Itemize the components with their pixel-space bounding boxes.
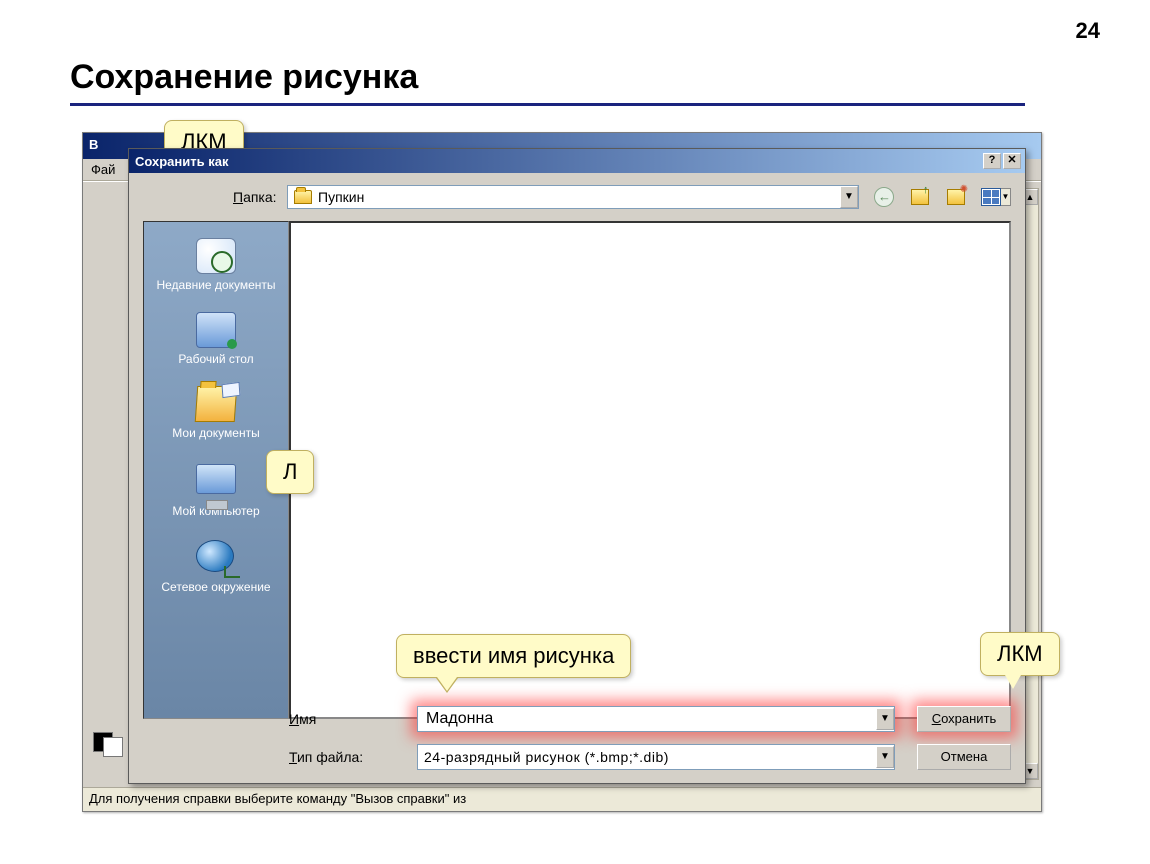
place-mydocs-label: Мои документы xyxy=(172,426,259,440)
saveas-toolbar: ▼ xyxy=(873,186,1011,208)
filename-row: Имя ▼ Сохранить xyxy=(289,703,1011,735)
filetype-dropdown-icon[interactable]: ▼ xyxy=(876,746,894,768)
callout-lkm: ЛКМ xyxy=(980,632,1060,676)
color-background-icon[interactable] xyxy=(103,737,123,757)
help-button[interactable]: ? xyxy=(983,153,1001,169)
callout-left: Л xyxy=(266,450,314,494)
title-underline xyxy=(70,103,1025,106)
filename-label: Имя xyxy=(289,711,417,727)
paint-menu-file[interactable]: Фай xyxy=(91,162,115,177)
up-folder-icon xyxy=(911,189,929,205)
back-arrow-icon xyxy=(874,187,894,207)
view-menu-button[interactable]: ▼ xyxy=(981,186,1011,208)
place-desktop-label: Рабочий стол xyxy=(178,352,253,366)
folder-label-u: П xyxy=(233,189,243,205)
filetype-combo[interactable]: 24-разрядный рисунок (*.bmp;*.dib) ▼ xyxy=(417,744,895,770)
recent-docs-icon xyxy=(196,238,236,274)
folder-label: Папка: xyxy=(143,189,273,205)
paint-title: В xyxy=(89,137,98,152)
saveas-titlebar[interactable]: Сохранить как ? ✕ xyxy=(129,149,1025,173)
place-desktop[interactable]: Рабочий стол xyxy=(144,306,288,380)
folder-select[interactable]: Пупкин ▼ xyxy=(287,185,859,209)
paint-color-indicator xyxy=(89,728,129,756)
type-label-rest: ип файла: xyxy=(297,749,363,765)
page-number: 24 xyxy=(1076,18,1100,44)
chevron-down-icon[interactable]: ▼ xyxy=(840,186,858,208)
paint-statusbar: Для получения справки выберите команду "… xyxy=(83,787,1041,811)
filetype-value: 24-разрядный рисунок (*.bmp;*.dib) xyxy=(418,749,876,765)
filename-dropdown-icon[interactable]: ▼ xyxy=(876,708,894,730)
place-network[interactable]: Сетевое окружение xyxy=(144,532,288,608)
view-grid-icon xyxy=(981,188,1001,206)
save-as-dialog: Сохранить как ? ✕ Папка: Пупкин ▼ ▼ xyxy=(128,148,1026,784)
up-folder-button[interactable] xyxy=(909,186,931,208)
filename-input-wrap[interactable] xyxy=(418,709,876,729)
save-btn-rest: охранить xyxy=(941,711,996,726)
place-recent-label: Недавние документы xyxy=(156,278,275,292)
callout-filename: ввести имя рисунка xyxy=(396,634,631,678)
place-mydocs[interactable]: Мои документы xyxy=(144,380,288,454)
filename-combo[interactable]: ▼ xyxy=(417,706,895,732)
name-label-u: И xyxy=(289,711,299,727)
network-icon xyxy=(196,540,236,576)
place-network-label: Сетевое окружение xyxy=(161,580,270,594)
computer-icon xyxy=(196,464,236,500)
close-button[interactable]: ✕ xyxy=(1003,153,1021,169)
filename-input[interactable] xyxy=(424,709,870,729)
save-btn-u: С xyxy=(932,711,941,726)
type-label-u: Т xyxy=(289,749,297,765)
filetype-row: Тип файла: 24-разрядный рисунок (*.bmp;*… xyxy=(289,741,1011,773)
new-folder-icon xyxy=(947,189,965,205)
folder-value: Пупкин xyxy=(318,189,840,205)
saveas-fields: Имя ▼ Сохранить Тип файла: 24-разрядный xyxy=(289,697,1011,773)
back-button[interactable] xyxy=(873,186,895,208)
name-label-rest: мя xyxy=(299,711,316,727)
page-title: Сохранение рисунка xyxy=(70,58,418,97)
desktop-icon xyxy=(196,312,236,348)
saveas-title: Сохранить как xyxy=(133,154,981,169)
mydocs-icon xyxy=(195,386,238,422)
folder-icon xyxy=(294,190,312,204)
save-button[interactable]: Сохранить xyxy=(917,706,1011,732)
new-folder-button[interactable] xyxy=(945,186,967,208)
place-recent[interactable]: Недавние документы xyxy=(144,232,288,306)
folder-label-rest: апка: xyxy=(243,189,276,205)
cancel-button[interactable]: Отмена xyxy=(917,744,1011,770)
folder-row: Папка: Пупкин ▼ ▼ xyxy=(143,183,1011,211)
filetype-label: Тип файла: xyxy=(289,749,417,765)
view-chevron-down-icon[interactable]: ▼ xyxy=(1001,188,1011,206)
